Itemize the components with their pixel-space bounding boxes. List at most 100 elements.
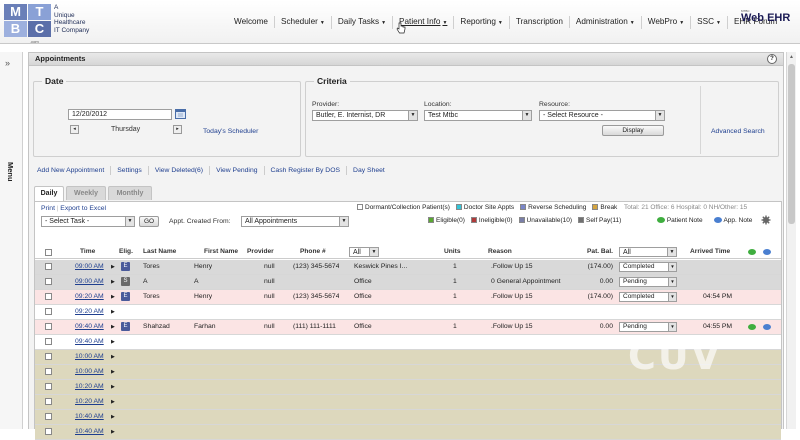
time-link[interactable]: 09:20 AM [75, 308, 104, 315]
date-input[interactable]: 12/20/2012 [68, 109, 172, 120]
add-new-appointment-link[interactable]: Add New Appointment [37, 166, 112, 175]
col-time[interactable]: Time [80, 248, 95, 255]
patient-note-legend: Patient Note [657, 216, 703, 224]
table-row[interactable]: 09:20 AM ▶ [35, 305, 781, 320]
col-elig[interactable]: Elig. [119, 248, 133, 255]
export-excel-link[interactable]: Export to Excel [60, 205, 106, 212]
col-provider[interactable]: Provider [247, 248, 274, 255]
last-name-cell: Tores [143, 293, 160, 300]
location-filter-select[interactable]: All ▼ [349, 247, 379, 257]
table-row[interactable]: 10:20 AM ▶ [35, 395, 781, 410]
tab-monthly[interactable]: Monthly [108, 186, 152, 200]
time-link[interactable]: 09:00 AM [75, 263, 104, 270]
table-row[interactable]: 10:40 AM ▶ [35, 425, 781, 440]
table-row[interactable]: 09:40 AM ▶ E Shahzad Farhan null (111) 111-111… [35, 320, 781, 335]
eligibility-badge[interactable]: S [121, 277, 130, 286]
table-row[interactable]: 10:20 AM ▶ [35, 380, 781, 395]
time-link[interactable]: 10:20 AM [75, 398, 104, 405]
go-button[interactable]: GO [139, 216, 159, 227]
nav-ssc[interactable]: SSC ▼ [691, 15, 728, 29]
web-ehr-brand[interactable]: MTBC Web EHR [741, 9, 790, 24]
table-row[interactable]: 09:00 AM ▶ E Tores Henry null (123) 345-5674 Ke… [35, 260, 781, 275]
page-scrollbar[interactable]: ▲ [786, 52, 796, 429]
time-link[interactable]: 10:00 AM [75, 368, 104, 375]
row-checkbox[interactable] [45, 368, 52, 375]
status-select[interactable]: Completed ▼ [619, 262, 677, 272]
row-checkbox[interactable] [45, 398, 52, 405]
table-row[interactable]: 09:20 AM ▶ E Tores Henry null (123) 345-5674 Of… [35, 290, 781, 305]
nav-reporting[interactable]: Reporting ▼ [454, 15, 510, 29]
eligibility-badge[interactable]: E [121, 292, 130, 301]
expand-menu-icon[interactable]: » [5, 58, 10, 68]
row-checkbox[interactable] [45, 338, 52, 345]
mtbc-logo[interactable]: M T B C A Unique Healthcare IT Company .… [4, 2, 100, 44]
scroll-up-icon[interactable]: ▲ [789, 54, 794, 60]
eligibility-badge[interactable]: E [121, 322, 130, 331]
time-link[interactable]: 10:40 AM [75, 428, 104, 435]
nav-welcome[interactable]: Welcome [228, 16, 275, 28]
view-deleted-link[interactable]: View Deleted(6) [149, 166, 211, 175]
col-pat-bal[interactable]: Pat. Bal. [587, 248, 613, 255]
nav-administration[interactable]: Administration ▼ [570, 15, 642, 29]
row-checkbox[interactable] [45, 353, 52, 360]
time-link[interactable]: 09:40 AM [75, 338, 104, 345]
time-link[interactable]: 10:40 AM [75, 413, 104, 420]
col-units[interactable]: Units [444, 248, 460, 255]
tab-daily[interactable]: Daily [34, 186, 64, 201]
status-select[interactable]: Pending ▼ [619, 322, 677, 332]
day-sheet-link[interactable]: Day Sheet [347, 166, 391, 175]
row-checkbox[interactable] [45, 323, 52, 330]
col-reason[interactable]: Reason [488, 248, 512, 255]
scrollbar-thumb[interactable] [788, 64, 795, 224]
next-day-button[interactable]: ▸ [173, 125, 182, 134]
row-checkbox[interactable] [45, 413, 52, 420]
row-checkbox[interactable] [45, 428, 52, 435]
todays-scheduler-link[interactable]: Today's Scheduler [203, 128, 258, 135]
status-filter-select[interactable]: All ▼ [619, 247, 677, 257]
nav-daily-tasks[interactable]: Daily Tasks ▼ [332, 15, 394, 29]
print-link[interactable]: Print [41, 205, 55, 212]
appt-note-icon[interactable] [763, 324, 771, 330]
time-link[interactable]: 09:40 AM [75, 323, 104, 330]
cash-register-link[interactable]: Cash Register By DOS [265, 166, 348, 175]
time-link[interactable]: 10:20 AM [75, 383, 104, 390]
table-row[interactable]: 09:00 AM ▶ S A Anull Office 1 0 General Appoint… [35, 275, 781, 290]
row-checkbox[interactable] [45, 308, 52, 315]
gear-icon[interactable] [761, 215, 771, 225]
nav-transcription[interactable]: Transcription [510, 16, 570, 28]
row-checkbox[interactable] [45, 278, 52, 285]
help-icon[interactable]: ? [767, 54, 777, 64]
table-row[interactable]: 10:40 AM ▶ [35, 410, 781, 425]
row-checkbox[interactable] [45, 383, 52, 390]
row-checkbox[interactable] [45, 263, 52, 270]
status-select[interactable]: Completed ▼ [619, 292, 677, 302]
calendar-icon[interactable] [175, 108, 186, 119]
chevron-down-icon: ▼ [668, 263, 676, 271]
nav-webpro[interactable]: WebPro ▼ [642, 15, 692, 29]
time-link[interactable]: 09:20 AM [75, 293, 104, 300]
time-link[interactable]: 09:00 AM [75, 278, 104, 285]
settings-link[interactable]: Settings [111, 166, 149, 175]
col-phone[interactable]: Phone # [300, 248, 326, 255]
display-button[interactable]: Display [602, 125, 664, 136]
patient-note-icon[interactable] [748, 324, 756, 330]
side-menu-label[interactable]: Menu [6, 162, 15, 182]
col-first-name[interactable]: First Name [204, 248, 238, 255]
previous-day-button[interactable]: ◂ [70, 125, 79, 134]
provider-select[interactable]: Butler, E. Internist, DR ▼ [312, 110, 418, 121]
time-link[interactable]: 10:00 AM [75, 353, 104, 360]
status-select[interactable]: Pending ▼ [619, 277, 677, 287]
select-all-checkbox[interactable] [45, 249, 52, 256]
advanced-search-link[interactable]: Advanced Search [711, 128, 765, 135]
created-from-select[interactable]: All Appointments ▼ [241, 216, 349, 227]
view-pending-link[interactable]: View Pending [210, 166, 265, 175]
task-select[interactable]: - Select Task - ▼ [41, 216, 135, 227]
nav-scheduler[interactable]: Scheduler ▼ [275, 15, 332, 29]
resource-select[interactable]: - Select Resource - ▼ [539, 110, 665, 121]
tab-weekly[interactable]: Weekly [66, 186, 106, 200]
location-select[interactable]: Test Mtbc ▼ [424, 110, 532, 121]
col-last-name[interactable]: Last Name [143, 248, 176, 255]
col-arrived-time[interactable]: Arrived Time [690, 248, 730, 255]
row-checkbox[interactable] [45, 293, 52, 300]
eligibility-badge[interactable]: E [121, 262, 130, 271]
